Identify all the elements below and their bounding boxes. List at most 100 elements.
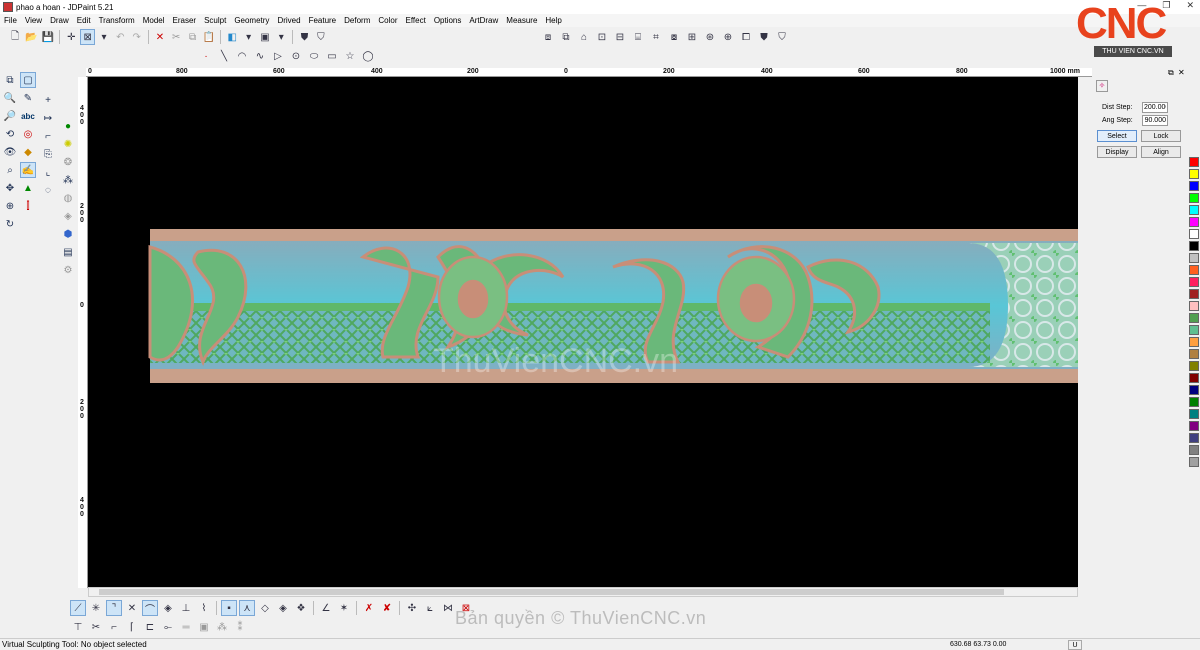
dropdown-arrow-icon[interactable]: ▾ (97, 29, 111, 45)
feature-shield-icon[interactable]: ⛊ (756, 29, 772, 45)
menu-draw[interactable]: Draw (46, 16, 73, 25)
circle-ring-icon[interactable]: ◎ (20, 126, 36, 142)
cross-mark-2-icon[interactable]: ✘ (379, 600, 395, 616)
color-swatch[interactable] (1189, 325, 1199, 335)
redo-icon[interactable]: ↷ (130, 29, 144, 45)
align-button[interactable]: Align (1141, 146, 1181, 158)
chamfer-icon[interactable]: ⌈ (124, 619, 140, 635)
stamp-icon[interactable]: ⬢ (60, 226, 76, 242)
zoom-window-icon[interactable]: ⧉ (2, 72, 18, 88)
menu-effect[interactable]: Effect (402, 16, 430, 25)
dimension-icon[interactable]: ↦ (40, 110, 56, 126)
gear-icon[interactable]: ⚙ (60, 262, 76, 278)
feature-tool-7-icon[interactable]: ⌗ (648, 29, 664, 45)
color-swatch[interactable] (1189, 181, 1199, 191)
magnify-icon[interactable]: ⊕ (2, 198, 18, 214)
color-swatch[interactable] (1189, 397, 1199, 407)
snap-intersect-icon[interactable]: ✕ (124, 600, 140, 616)
mound-icon[interactable]: ▲ (20, 180, 36, 196)
menu-deform[interactable]: Deform (340, 16, 374, 25)
arc-icon[interactable]: ◠ (234, 48, 250, 64)
text-tool-icon[interactable]: abc (20, 108, 36, 124)
color-swatch[interactable] (1189, 265, 1199, 275)
drop-icon[interactable]: ◈ (60, 208, 76, 224)
snap-corner-icon[interactable]: ⌝ (106, 600, 122, 616)
snap-point-icon[interactable]: ✳ (88, 600, 104, 616)
feature-tool-12-icon[interactable]: ⧠ (738, 29, 754, 45)
join-icon[interactable]: ⟜ (160, 619, 176, 635)
ellipse-icon[interactable]: ⬭ (306, 48, 322, 64)
color-swatch[interactable] (1189, 229, 1199, 239)
undo-icon[interactable]: ↶ (113, 29, 127, 45)
menu-file[interactable]: File (0, 16, 21, 25)
horizontal-scrollbar[interactable] (88, 587, 1078, 597)
offset-icon[interactable]: ⊏ (142, 619, 158, 635)
filter-icon[interactable]: ⋈ (440, 600, 456, 616)
close-button[interactable]: ✕ (1186, 0, 1194, 11)
shield-icon[interactable]: ⛊ (297, 29, 311, 45)
select-rect-icon[interactable]: ▢ (20, 72, 36, 88)
shape-icon[interactable]: ▷ (270, 48, 286, 64)
sculpt-brush-icon[interactable]: ✍ (20, 162, 36, 178)
feature-tool-6-icon[interactable]: ⌸ (630, 29, 646, 45)
rectangle-icon[interactable]: ▭ (324, 48, 340, 64)
snap-perpendicular-icon[interactable]: ⊥ (178, 600, 194, 616)
zoom-previous-icon[interactable]: ⟲ (2, 126, 18, 142)
diamond-grid-3-icon[interactable]: ❖ (293, 600, 309, 616)
color-swatch[interactable] (1189, 253, 1199, 263)
point-icon[interactable]: · (198, 48, 214, 64)
trim-icon[interactable]: ⌞ (40, 164, 56, 180)
color-swatch[interactable] (1189, 313, 1199, 323)
menu-drived[interactable]: Drived (273, 16, 304, 25)
feature-tool-1-icon[interactable]: ⧈ (540, 29, 556, 45)
transform-icon[interactable]: ✣ (404, 600, 420, 616)
menu-eraser[interactable]: Eraser (169, 16, 201, 25)
vertical-scrollbar[interactable] (1078, 77, 1092, 587)
cut-icon[interactable]: ✂ (169, 29, 183, 45)
star-icon[interactable]: ☆ (342, 48, 358, 64)
feature-tool-4-icon[interactable]: ⊡ (594, 29, 610, 45)
paste-icon[interactable]: 📋 (202, 29, 216, 45)
color-swatch[interactable] (1189, 457, 1199, 467)
menu-view[interactable]: View (21, 16, 46, 25)
color-swatch[interactable] (1189, 193, 1199, 203)
color-swatch[interactable] (1189, 157, 1199, 167)
corner-icon[interactable]: ⌐ (40, 128, 56, 144)
menu-color[interactable]: Color (374, 16, 401, 25)
circle-icon[interactable]: ⊙ (288, 48, 304, 64)
fillet-icon[interactable]: ⌐ (106, 619, 122, 635)
angle-icon[interactable]: ∠ (318, 600, 334, 616)
zoom-all-icon[interactable]: ⌕ (2, 162, 18, 178)
delete-icon[interactable]: ✕ (153, 29, 167, 45)
section-icon[interactable]: ⫿ (20, 198, 36, 214)
dist-step-input[interactable] (1142, 102, 1168, 113)
color-swatch[interactable] (1189, 337, 1199, 347)
camera-icon[interactable]: ⎘ (40, 146, 56, 162)
snap-node-icon[interactable]: ⋏ (239, 600, 255, 616)
drawing-canvas[interactable]: ThuVienCNC.vn (88, 77, 1078, 587)
lasso-icon[interactable]: ◌ (40, 182, 56, 198)
menu-transform[interactable]: Transform (95, 16, 139, 25)
ang-step-input[interactable] (1142, 115, 1168, 126)
layout-dropdown-icon[interactable]: ▾ (274, 29, 288, 45)
panel-tool-icon[interactable]: ✧ (1096, 80, 1108, 92)
view-cube-icon[interactable]: ◧ (225, 29, 239, 45)
grid-icon[interactable]: ▤ (60, 244, 76, 260)
spray-icon[interactable]: ⁂ (60, 172, 76, 188)
menu-edit[interactable]: Edit (73, 16, 95, 25)
snap-line-icon[interactable]: ⟋ (70, 600, 86, 616)
window-layout-icon[interactable]: ▣ (258, 29, 272, 45)
menu-model[interactable]: Model (139, 16, 169, 25)
menu-geometry[interactable]: Geometry (230, 16, 273, 25)
feature-tool-11-icon[interactable]: ⊕ (720, 29, 736, 45)
lock-button[interactable]: Lock (1141, 130, 1181, 142)
lamp-icon[interactable]: ✺ (60, 136, 76, 152)
node-edit-icon[interactable]: ✎ (20, 90, 36, 106)
snap-grid-icon[interactable]: ▪ (221, 600, 237, 616)
group-icon[interactable]: ⁂ (214, 619, 230, 635)
feature-tool-8-icon[interactable]: ⧇ (666, 29, 682, 45)
feature-tool-2-icon[interactable]: ⧉ (558, 29, 574, 45)
diamond-grid-icon[interactable]: ◇ (257, 600, 273, 616)
view-dropdown-icon[interactable]: ▾ (241, 29, 255, 45)
spline-icon[interactable]: ∿ (252, 48, 268, 64)
